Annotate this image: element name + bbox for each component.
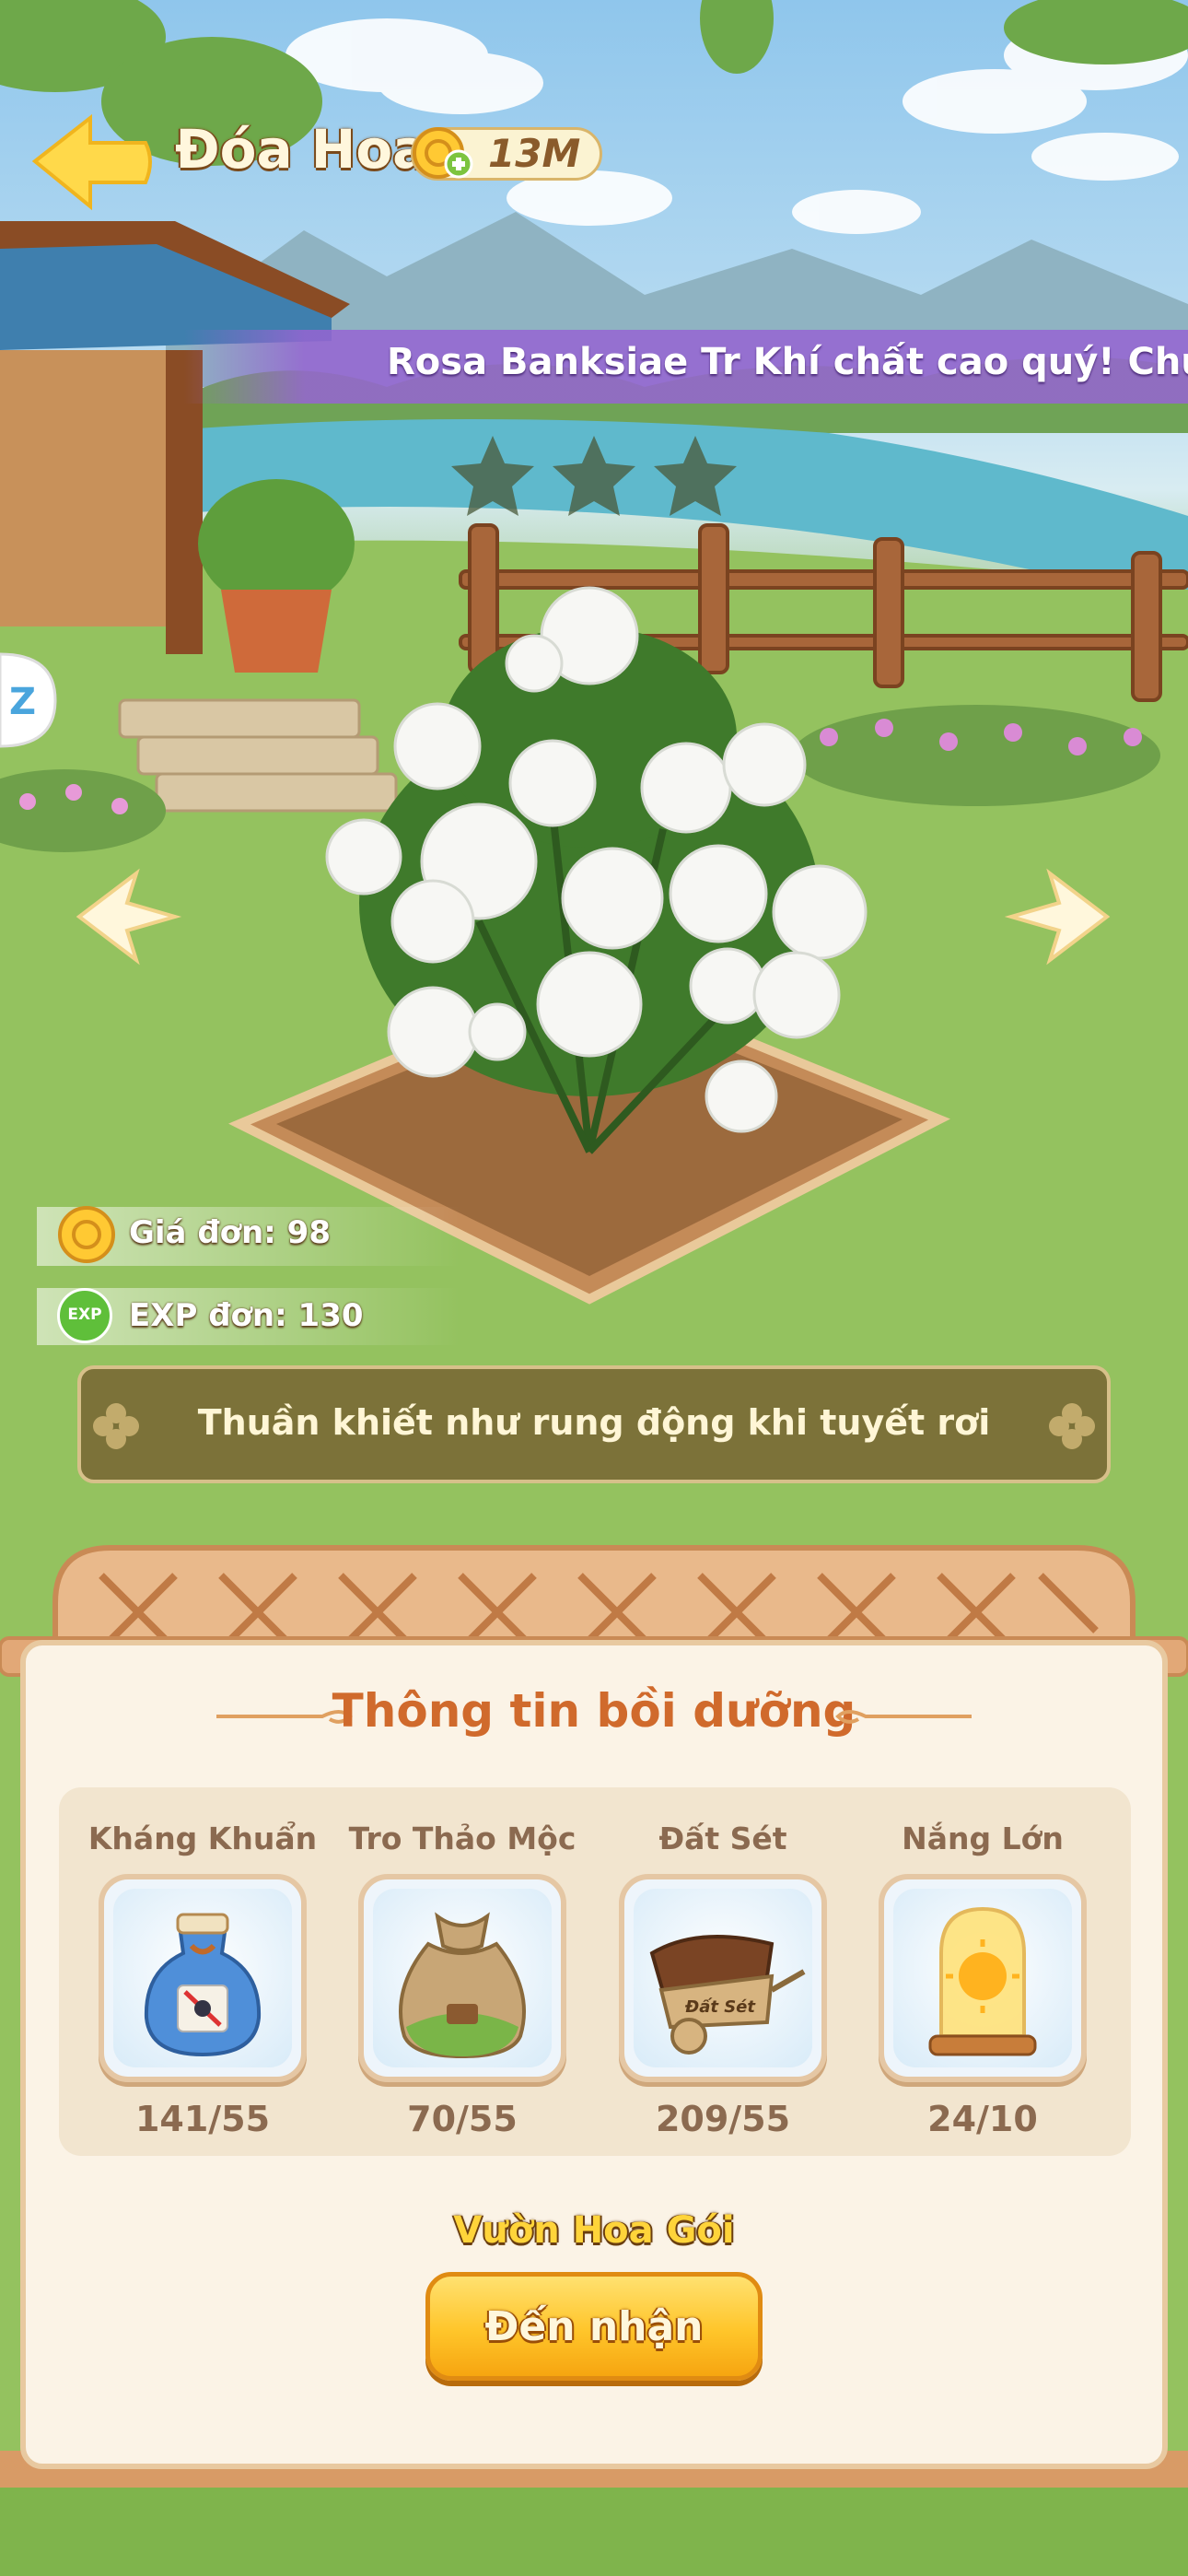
exp-label: EXP đơn: 130 — [129, 1297, 364, 1334]
exp-badge-icon: EXP — [57, 1288, 112, 1343]
herb-ash-sack-icon — [398, 1912, 527, 2059]
game-scene: Đóa Hoa 13M Rosa Banksiae Tr Khí chất ca… — [0, 0, 1188, 2576]
banner-text: Rosa Banksiae Tr Khí chất cao quý! Chúc … — [387, 341, 1188, 383]
item-count-clay: 209/55 — [655, 2099, 791, 2139]
chevron-left-icon[interactable] — [72, 866, 182, 967]
chevron-right-icon[interactable] — [1004, 866, 1114, 967]
flower-description: Thuần khiết như rung động khi tuyết rơi — [197, 1402, 991, 1443]
clay-icon-label: Đất Sét — [684, 1997, 756, 2017]
svg-text:Z: Z — [9, 681, 36, 723]
pack-label: Vườn Hoa Gói — [453, 2209, 735, 2252]
item-count-antibacterial: 141/55 — [134, 2099, 271, 2139]
item-name-big-sun: Nắng Lớn — [902, 1821, 1064, 1856]
rating-stars — [451, 436, 737, 516]
star-icon — [451, 436, 534, 516]
item-name-antibacterial: Kháng Khuẩn — [87, 1821, 318, 1856]
page-title: Đóa Hoa — [175, 118, 429, 181]
exp-badge-text: EXP — [67, 1306, 102, 1324]
ornament-right-icon — [835, 1710, 972, 1724]
item-name-herb-ash: Tro Thảo Mộc — [348, 1821, 577, 1856]
price-label: Giá đơn: 98 — [129, 1214, 331, 1251]
item-tile-antibacterial[interactable] — [99, 1874, 307, 2082]
gold-coin-plus-icon[interactable] — [411, 125, 479, 184]
sun-jar-icon — [928, 1906, 1037, 2056]
item-count-big-sun: 24/10 — [927, 2099, 1038, 2139]
clay-wheelbarrow-icon: Đất Sét — [649, 1935, 806, 2055]
item-tile-clay[interactable]: Đất Sét — [619, 1874, 827, 2082]
item-count-herb-ash: 70/55 — [407, 2099, 518, 2139]
claim-button[interactable] — [425, 2272, 763, 2381]
antibacterial-bottle-icon — [144, 1913, 262, 2057]
item-tile-big-sun[interactable] — [879, 1874, 1087, 2082]
back-arrow-icon[interactable] — [26, 111, 155, 212]
gold-coin-icon — [58, 1206, 115, 1263]
star-icon — [654, 436, 737, 516]
currency-amount: 13M — [488, 131, 581, 176]
item-name-clay: Đất Sét — [658, 1821, 787, 1856]
panel-title: Thông tin bồi dưỡng — [332, 1684, 856, 1738]
item-tile-herb-ash[interactable] — [358, 1874, 566, 2082]
side-badge-icon[interactable]: Z — [0, 645, 59, 755]
star-icon — [553, 436, 635, 516]
